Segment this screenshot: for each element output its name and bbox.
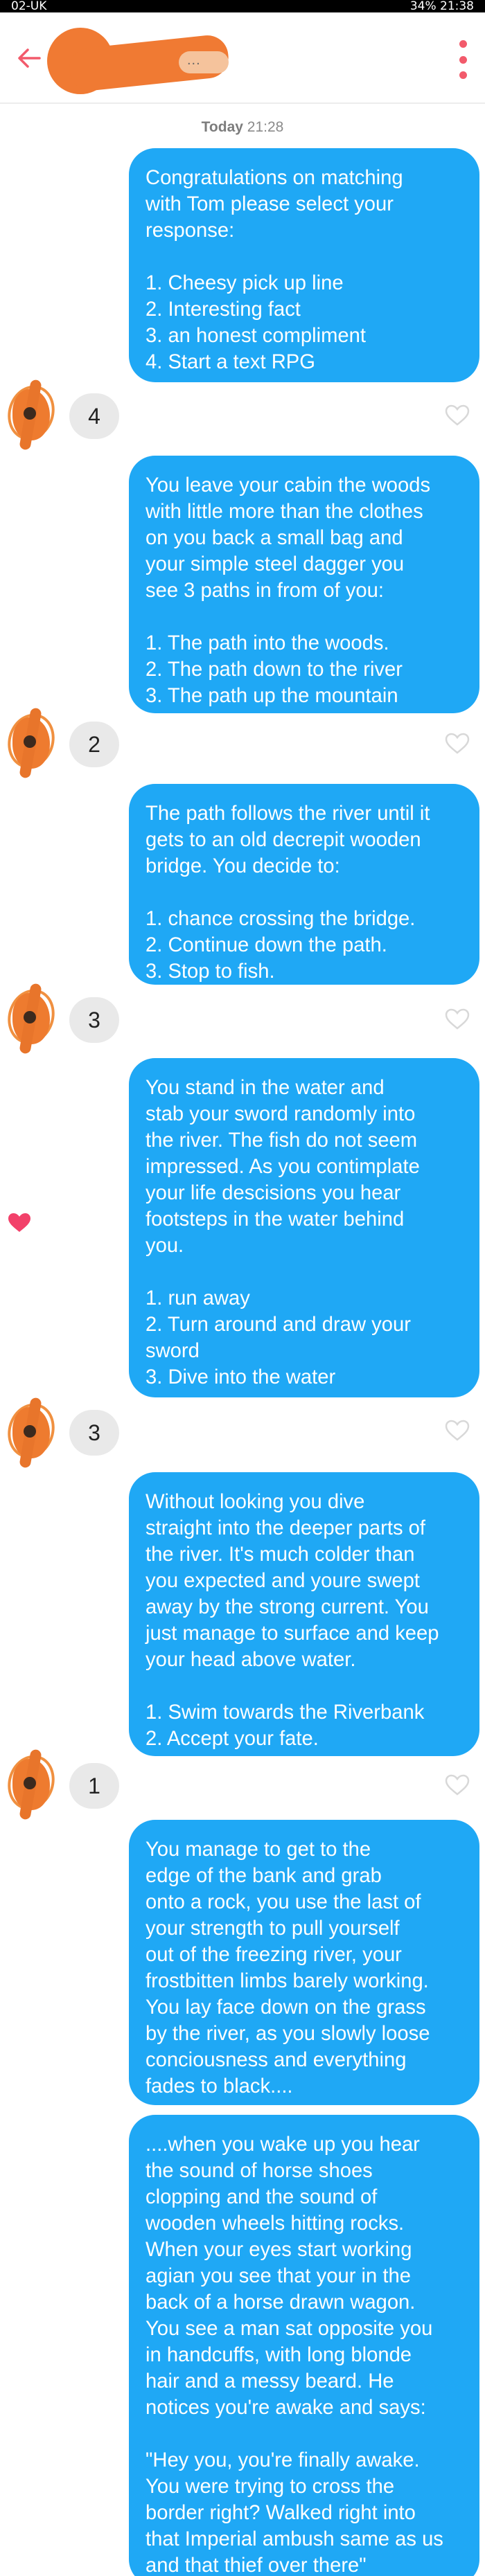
match-name-tail (179, 51, 229, 73)
received-message[interactable]: 4 (69, 393, 119, 439)
like-button[interactable] (443, 731, 471, 756)
chat-header: ... (0, 12, 485, 104)
liked-indicator[interactable] (6, 1210, 33, 1235)
status-bar: 02-UK 34% 21:38 (0, 0, 485, 13)
conversation-timestamp: Today 21:28 (201, 119, 284, 135)
like-button[interactable] (443, 403, 471, 428)
sent-message[interactable]: You manage to get to the edge of the ban… (129, 1820, 479, 2105)
like-button[interactable] (443, 1773, 471, 1798)
sent-message[interactable]: The path follows the river until it gets… (129, 784, 479, 985)
match-avatar-small[interactable] (1, 1397, 62, 1469)
heart-filled-icon (8, 1213, 30, 1232)
sent-message[interactable]: Congratulations on matching with Tom ple… (129, 148, 479, 382)
heart-outline-icon (445, 1774, 470, 1796)
more-options-button[interactable] (455, 40, 471, 79)
battery-clock-text: 34% 21:38 (409, 0, 474, 13)
sent-message[interactable]: You leave your cabin the woods with litt… (129, 456, 479, 713)
back-button[interactable] (14, 43, 44, 73)
back-arrow-icon (18, 48, 41, 68)
received-message[interactable]: 1 (69, 1763, 119, 1809)
match-avatar-small[interactable] (1, 1748, 62, 1821)
like-button[interactable] (443, 1007, 471, 1032)
heart-outline-icon (445, 1420, 470, 1441)
sent-message[interactable]: You stand in the water and stab your swo… (129, 1058, 479, 1397)
heart-outline-icon (445, 733, 470, 754)
match-avatar-small[interactable] (1, 983, 62, 1055)
match-avatar-small[interactable] (1, 707, 62, 780)
carrier-text: 02-UK (11, 0, 47, 13)
match-avatar-small[interactable] (1, 379, 62, 451)
received-message[interactable]: 3 (69, 997, 119, 1043)
sent-message[interactable]: ....when you wake up you hear the sound … (129, 2115, 479, 2576)
heart-outline-icon (445, 1008, 470, 1030)
kebab-menu-icon (459, 40, 467, 48)
sent-message[interactable]: Without looking you dive straight into t… (129, 1472, 479, 1756)
match-name[interactable]: ... (187, 53, 201, 69)
received-message[interactable]: 3 (69, 1410, 119, 1456)
heart-outline-icon (445, 404, 470, 426)
like-button[interactable] (443, 1418, 471, 1443)
received-message[interactable]: 2 (69, 722, 119, 767)
